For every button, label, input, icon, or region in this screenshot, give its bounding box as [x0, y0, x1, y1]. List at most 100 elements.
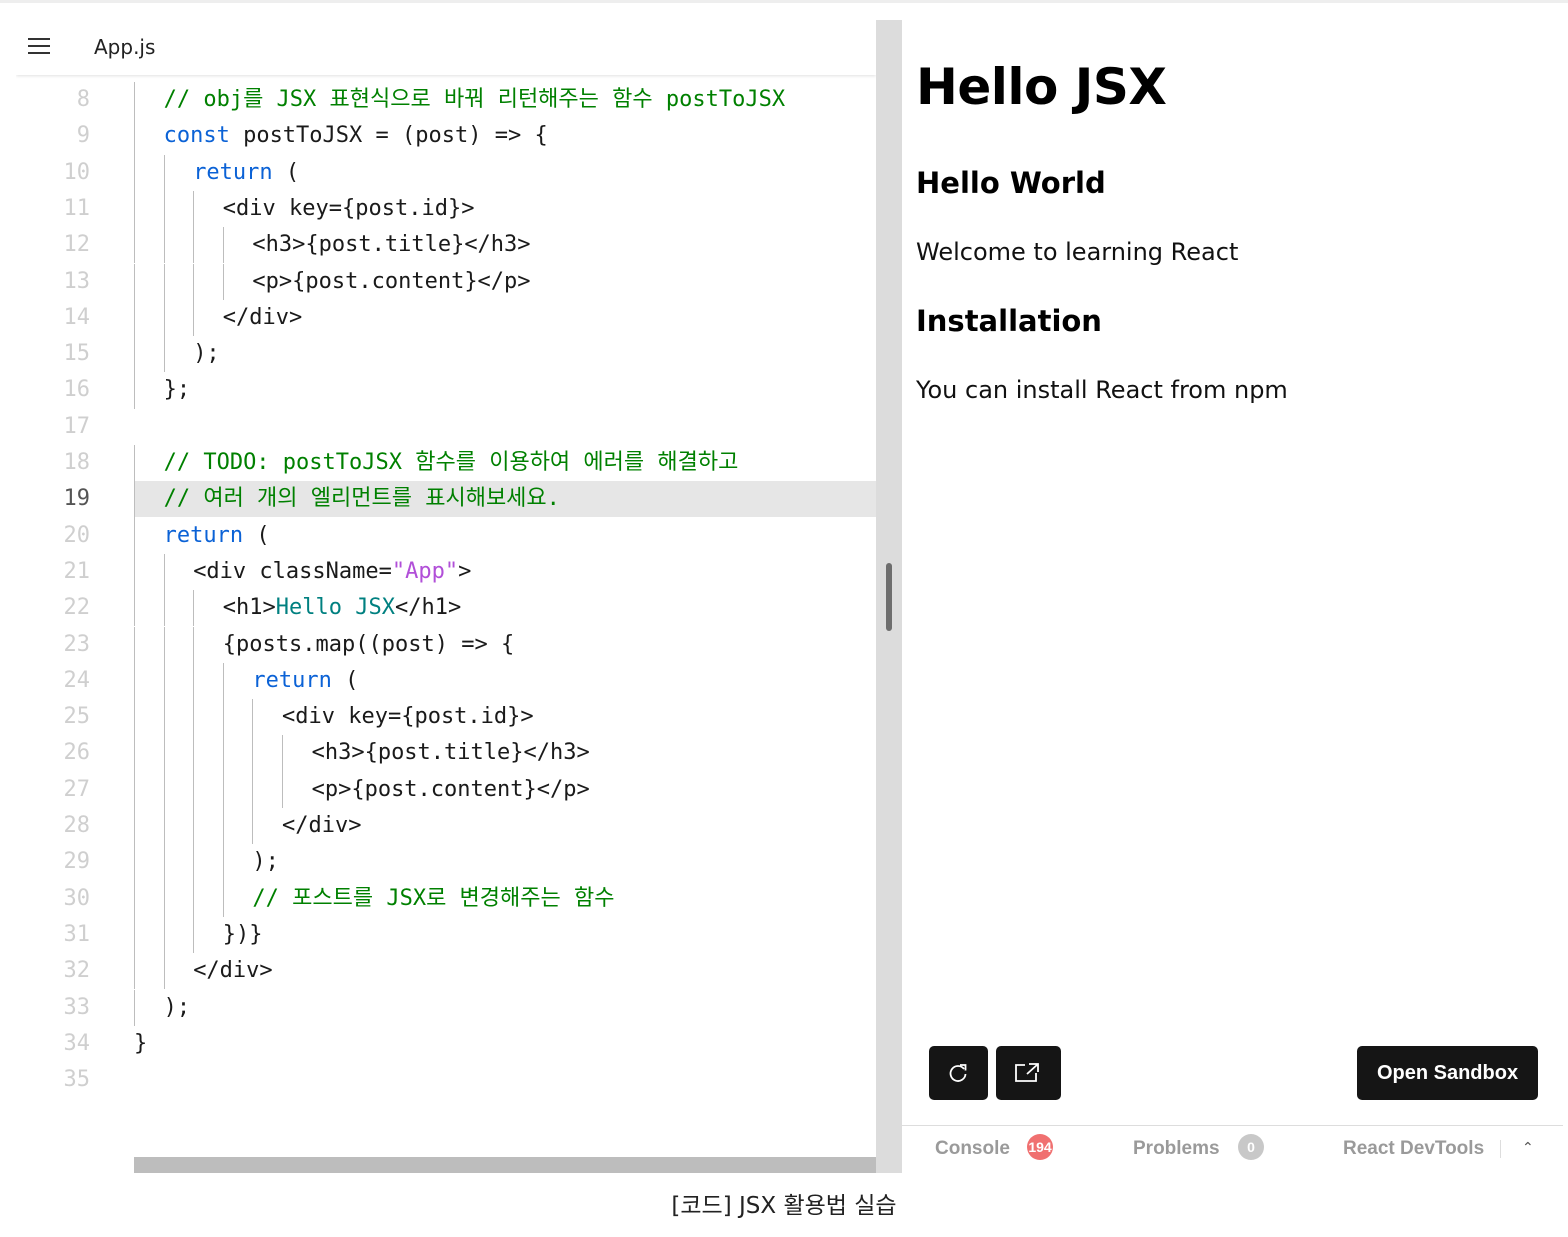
- problems-count-badge: 0: [1238, 1134, 1264, 1160]
- indent-guide: [163, 590, 165, 627]
- code-line[interactable]: 27 <p>{post.content}</p>: [16, 772, 876, 808]
- code-line[interactable]: 14 </div>: [16, 300, 876, 336]
- post-content: Welcome to learning React: [916, 238, 1239, 266]
- indent-guide: [193, 662, 195, 700]
- code-token: "App": [391, 558, 459, 584]
- indent-guide: [134, 662, 135, 700]
- code-line[interactable]: 24 return (: [16, 663, 876, 699]
- line-number: 10: [63, 159, 91, 185]
- code-line[interactable]: 9 const postToJSX = (post) => {: [16, 118, 876, 154]
- code-line[interactable]: 17: [16, 409, 876, 445]
- code-text: );: [164, 990, 191, 1026]
- code-token: <div key={post.id}>: [282, 704, 534, 730]
- indent-guide: [222, 808, 224, 845]
- code-text: );: [193, 336, 220, 372]
- code-text: }: [134, 1026, 147, 1062]
- code-token: <h3>{post.title}</h3>: [252, 232, 531, 258]
- console-tab[interactable]: Console: [935, 1138, 1010, 1160]
- code-line[interactable]: 10 return (: [16, 155, 876, 191]
- refresh-button[interactable]: [929, 1046, 988, 1100]
- code-text: <p>{post.content}</p>: [252, 264, 530, 300]
- panel-divider[interactable]: [876, 20, 902, 1173]
- code-line[interactable]: 15);: [16, 336, 876, 372]
- code-line[interactable]: 28 </div>: [16, 808, 876, 844]
- code-text: <h3>{post.title}</h3>: [312, 735, 590, 771]
- code-token: >: [458, 558, 472, 584]
- code-line[interactable]: 33);: [16, 990, 876, 1026]
- code-line[interactable]: 21 <div className="App">: [16, 554, 876, 590]
- code-line[interactable]: 13 <p>{post.content}</p>: [16, 264, 876, 300]
- line-number: 17: [63, 413, 91, 439]
- indent-guide: [193, 699, 195, 736]
- code-line[interactable]: 25 <div key={post.id}>: [16, 699, 876, 735]
- code-line[interactable]: 34}: [16, 1026, 876, 1062]
- line-number: 16: [63, 377, 91, 403]
- code-line[interactable]: 30 // 포스트를 JSX로 변경해주는 함수: [16, 881, 876, 917]
- indent-guide: [193, 626, 195, 663]
- code-line[interactable]: 32 </div>: [16, 953, 876, 989]
- indent-guide: [252, 735, 254, 772]
- code-token: (: [331, 667, 359, 693]
- tab-app-js[interactable]: App.js: [94, 35, 155, 59]
- indent-guide: [163, 336, 165, 373]
- code-line[interactable]: 31})}: [16, 917, 876, 953]
- indent-guide: [163, 771, 165, 808]
- indent-guide: [134, 916, 135, 954]
- code-token: <h3>{post.title}</h3>: [311, 740, 590, 766]
- indent-guide: [222, 735, 224, 772]
- code-text: </div>: [193, 953, 272, 989]
- code-text: })}: [223, 917, 263, 953]
- indent-guide: [134, 82, 135, 119]
- react-devtools-tab[interactable]: React DevTools: [1343, 1138, 1484, 1160]
- code-token: })}: [222, 921, 263, 947]
- code-line[interactable]: 29);: [16, 844, 876, 880]
- code-line[interactable]: 35: [16, 1062, 876, 1098]
- indent-guide: [163, 299, 165, 337]
- code-line[interactable]: 8 // obj를 JSX 표현식으로 바꿔 리턴해주는 함수 postToJSX: [16, 82, 876, 118]
- code-line[interactable]: 23 {posts.map((post) => {: [16, 627, 876, 663]
- code-line[interactable]: 26 <h3>{post.title}</h3>: [16, 735, 876, 771]
- indent-guide: [134, 590, 135, 627]
- code-token: );: [193, 341, 220, 367]
- code-area[interactable]: 8 // obj를 JSX 표현식으로 바꿔 리턴해주는 함수 postToJSX…: [16, 82, 876, 1122]
- indent-guide: [134, 445, 135, 482]
- line-number: 24: [63, 667, 91, 693]
- hamburger-menu-icon[interactable]: [28, 38, 52, 56]
- indent-guide: [134, 227, 135, 264]
- chevron-up-icon[interactable]: ⌃: [1522, 1140, 1534, 1156]
- indent-guide: [134, 880, 135, 917]
- indent-guide: [134, 553, 135, 591]
- open-sandbox-button[interactable]: Open Sandbox: [1357, 1046, 1538, 1100]
- code-line[interactable]: 18 // TODO: postToJSX 함수를 이용하여 에러를 해결하고: [16, 445, 876, 481]
- code-line[interactable]: 20 return (: [16, 518, 876, 554]
- code-token: <div className=: [193, 558, 392, 584]
- indent-guide: [193, 916, 195, 954]
- horizontal-scrollbar[interactable]: [134, 1157, 876, 1173]
- indent-guide: [134, 372, 135, 409]
- line-number: 12: [63, 232, 91, 258]
- problems-tab[interactable]: Problems: [1133, 1138, 1220, 1160]
- post-title: Installation: [916, 304, 1102, 338]
- post-title: Hello World: [916, 166, 1106, 200]
- indent-guide: [163, 227, 165, 264]
- line-number: 19: [63, 486, 91, 512]
- indent-guide: [134, 699, 135, 736]
- line-number: 28: [63, 813, 91, 838]
- divider-drag-handle[interactable]: [886, 563, 892, 631]
- open-in-new-window-button[interactable]: [996, 1046, 1061, 1100]
- code-line[interactable]: 16};: [16, 372, 876, 408]
- code-token: };: [163, 377, 191, 403]
- editor-tabbar: App.js: [16, 20, 876, 75]
- indent-guide: [134, 190, 135, 228]
- indent-guide: [252, 699, 254, 736]
- line-number: 11: [63, 195, 91, 221]
- code-line[interactable]: 11 <div key={post.id}>: [16, 191, 876, 227]
- code-text: return (: [164, 518, 270, 554]
- indent-guide: [222, 263, 224, 300]
- indent-guide: [252, 771, 254, 808]
- code-line[interactable]: 22 <h1>Hello JSX</h1>: [16, 590, 876, 626]
- code-line[interactable]: 19 // 여러 개의 엘리먼트를 표시해보세요.: [16, 481, 876, 517]
- code-editor[interactable]: App.js 8 // obj를 JSX 표현식으로 바꿔 리턴해주는 함수 po…: [16, 20, 876, 1173]
- indent-guide: [163, 699, 165, 736]
- code-line[interactable]: 12 <h3>{post.title}</h3>: [16, 227, 876, 263]
